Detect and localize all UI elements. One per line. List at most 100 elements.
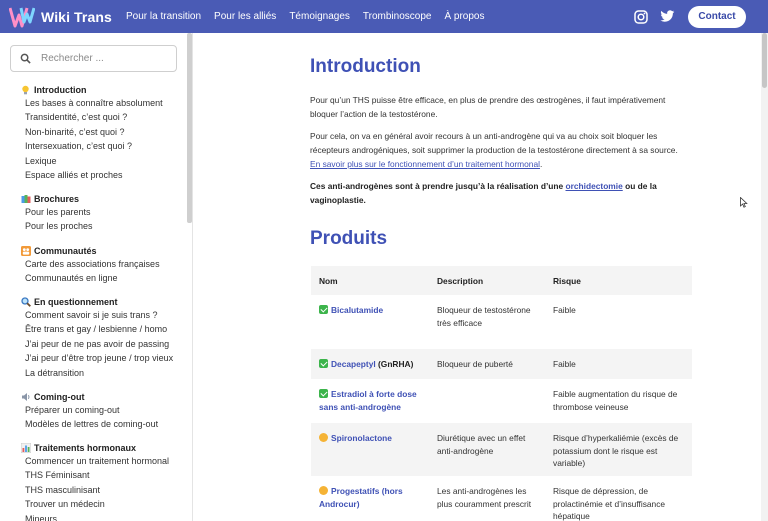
- table-cell-description: [429, 379, 545, 423]
- sidebar-item[interactable]: Trouver un médecin: [25, 497, 169, 511]
- search-input[interactable]: [41, 53, 161, 64]
- sidebar-item[interactable]: Préparer un coming-out: [25, 403, 158, 417]
- page-scrollbar[interactable]: [761, 33, 768, 521]
- table-header-row: Nom Description Risque: [311, 266, 692, 295]
- sidebar-item[interactable]: Transidentité, c’est quoi ?: [25, 110, 163, 124]
- wiki-trans-logo-icon: [8, 6, 36, 28]
- product-link[interactable]: Decapeptyl: [331, 359, 376, 369]
- search-icon: [20, 53, 32, 65]
- product-link[interactable]: Bicalutamide: [331, 305, 383, 315]
- contact-button[interactable]: Contact: [688, 5, 746, 28]
- sidebar-item[interactable]: J’ai peur de ne pas avoir de passing: [25, 337, 173, 351]
- table-cell-description: Les anti-androgènes les plus couramment …: [437, 486, 532, 509]
- sidebar-item[interactable]: Communautés en ligne: [25, 271, 160, 285]
- table-row: Bicalutamide Bloqueur de testostérone tr…: [311, 295, 692, 349]
- sidebar-item[interactable]: Les bases à connaître absolument: [25, 96, 163, 110]
- column-header-nom: Nom: [311, 266, 429, 295]
- sidebar-item[interactable]: THS Féminisant: [25, 468, 169, 482]
- products-table: Nom Description Risque Bicalutamide Bloq…: [311, 266, 692, 521]
- table-cell-risk: Risque d’hyperkaliémie (excès de potassi…: [545, 423, 692, 476]
- table-cell-risk: Faible: [545, 349, 692, 379]
- intro-paragraph-1: Pour qu’un THS puisse être efficace, en …: [310, 95, 666, 119]
- sidebar-item[interactable]: J’ai peur d’être trop jeune / trop vieux: [25, 351, 173, 365]
- check-icon: [319, 389, 328, 398]
- sidebar-section-title[interactable]: Communautés: [21, 244, 160, 257]
- table-cell-name: Bicalutamide: [311, 295, 429, 349]
- sidebar-item[interactable]: Être trans et gay / lesbienne / homo: [25, 322, 173, 336]
- worried-face-icon: [319, 433, 328, 442]
- sidebar-item[interactable]: Mineurs: [25, 512, 169, 521]
- top-navbar: Wiki Trans Pour la transition Pour les a…: [0, 0, 768, 33]
- sidebar-item[interactable]: Pour les proches: [25, 219, 93, 233]
- nav-link-transition[interactable]: Pour la transition: [126, 11, 201, 22]
- sidebar-item[interactable]: Commencer un traitement hormonal: [25, 454, 169, 468]
- check-icon: [319, 359, 328, 368]
- sidebar-section-introduction: Introduction Les bases à connaître absol…: [21, 83, 163, 182]
- product-link[interactable]: Estradiol à forte dose sans anti-androgè…: [319, 389, 417, 412]
- sidebar-item[interactable]: Modèles de lettres de coming-out: [25, 417, 158, 431]
- speaker-icon: [21, 392, 31, 402]
- nav-link-allies[interactable]: Pour les alliés: [214, 11, 276, 22]
- main-nav: Pour la transition Pour les alliés Témoi…: [126, 11, 498, 22]
- introduction-heading: Introduction: [310, 56, 421, 77]
- sidebar-section-title[interactable]: Coming-out: [21, 390, 158, 403]
- mouse-cursor-icon: [740, 196, 748, 208]
- sidebar-section-title[interactable]: Brochures: [21, 192, 93, 205]
- table-cell-name: Spironolactone: [311, 423, 429, 476]
- chart-icon: [20, 442, 32, 453]
- table-cell-name: Estradiol à forte dose sans anti-androgè…: [311, 379, 429, 423]
- produits-heading: Produits: [310, 228, 388, 249]
- orchidectomie-link[interactable]: orchidectomie: [566, 181, 623, 191]
- magnifier-icon: [21, 296, 31, 307]
- column-header-risque: Risque: [545, 266, 692, 295]
- brand[interactable]: Wiki Trans: [8, 6, 119, 28]
- sidebar-item[interactable]: THS masculinisant: [25, 483, 169, 497]
- instagram-icon[interactable]: [632, 8, 650, 26]
- table-row: Decapeptyl (GnRHA) Bloqueur de puberté F…: [311, 349, 692, 379]
- column-header-description: Description: [429, 266, 545, 295]
- sidebar-item[interactable]: Carte des associations françaises: [25, 257, 160, 271]
- worried-face-icon: [319, 486, 328, 495]
- sidebar-scrollbar[interactable]: [187, 33, 192, 223]
- lightbulb-icon: [21, 85, 31, 95]
- people-icon: [21, 245, 31, 256]
- intro-paragraph-3: Ces anti-androgènes sont à prendre jusqu…: [310, 181, 657, 205]
- books-icon: [21, 194, 31, 204]
- sidebar-item[interactable]: Intersexuation, c’est quoi ?: [25, 139, 163, 153]
- table-cell-description: Diurétique avec un effet anti-androgène: [429, 423, 545, 476]
- sidebar-item[interactable]: La détransition: [25, 366, 173, 380]
- table-cell-description: Bloqueur de puberté: [429, 349, 545, 379]
- twitter-icon[interactable]: [658, 8, 676, 26]
- sidebar-item[interactable]: Lexique: [25, 154, 163, 168]
- sidebar-item[interactable]: Espace alliés et proches: [25, 168, 163, 182]
- nav-link-temoignages[interactable]: Témoignages: [289, 11, 350, 22]
- page-scrollbar-thumb[interactable]: [762, 33, 767, 88]
- sidebar-section-title[interactable]: En questionnement: [21, 295, 173, 308]
- table-cell-name: Progestatifs (hors Androcur): [311, 476, 429, 521]
- table-cell-risk: Risque de dépression, de prolactinémie e…: [553, 486, 666, 521]
- sidebar-item[interactable]: Non-binarité, c’est quoi ?: [25, 125, 163, 139]
- sidebar-section-communautes: Communautés Carte des associations franç…: [21, 244, 160, 286]
- sidebar-section-title[interactable]: Introduction: [21, 83, 163, 96]
- table-cell-description: Bloqueur de testostérone très efficace: [437, 305, 531, 328]
- sidebar-section-title[interactable]: Traitements hormonaux: [20, 441, 169, 454]
- sidebar-item[interactable]: Pour les parents: [25, 205, 93, 219]
- sidebar-section-coming-out: Coming-out Préparer un coming-out Modèle…: [21, 390, 158, 432]
- sidebar-section-brochures: Brochures Pour les parents Pour les proc…: [21, 192, 93, 234]
- nav-link-a-propos[interactable]: À propos: [444, 11, 484, 22]
- product-link[interactable]: Spironolactone: [331, 433, 392, 443]
- table-row: Spironolactone Diurétique avec un effet …: [311, 423, 692, 476]
- table-cell-risk: Faible: [553, 305, 576, 315]
- sidebar-section-traitements-hormonaux: Traitements hormonaux Commencer un trait…: [20, 441, 169, 521]
- table-row: Progestatifs (hors Androcur) Les anti-an…: [311, 476, 692, 521]
- intro-paragraph-2: Pour cela, on va en général avoir recour…: [310, 131, 678, 169]
- sidebar-item[interactable]: Comment savoir si je suis trans ?: [25, 308, 173, 322]
- brand-name: Wiki Trans: [41, 8, 112, 25]
- nav-link-trombinoscope[interactable]: Trombinoscope: [363, 11, 432, 22]
- search-box[interactable]: [10, 45, 177, 72]
- table-cell-name: Decapeptyl (GnRHA): [311, 349, 429, 379]
- table-row: Estradiol à forte dose sans anti-androgè…: [311, 379, 692, 423]
- product-link[interactable]: Progestatifs (hors Androcur): [319, 486, 403, 509]
- hormonal-treatment-link[interactable]: En savoir plus sur le fonctionnement d’u…: [310, 159, 540, 169]
- table-cell-risk: Faible augmentation du risque de thrombo…: [553, 389, 678, 412]
